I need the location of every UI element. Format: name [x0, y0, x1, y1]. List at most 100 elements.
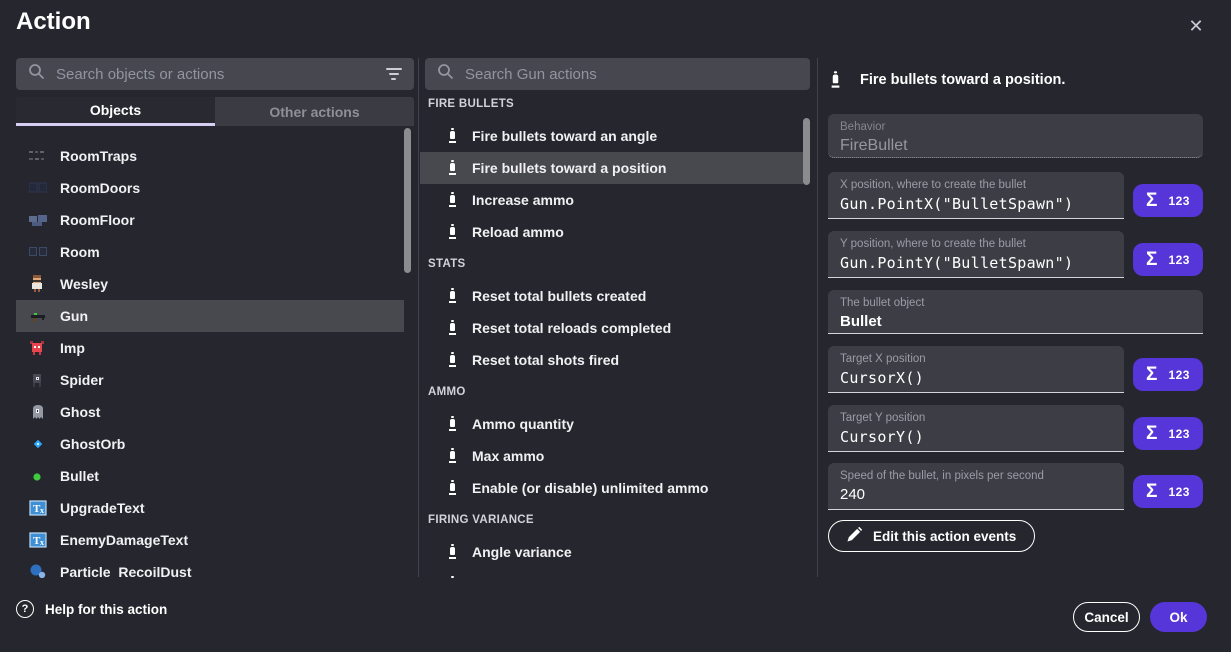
- objects-search-input[interactable]: Search objects or actions: [16, 58, 414, 90]
- list-item-roomtraps[interactable]: RoomTraps: [16, 140, 404, 172]
- list-item-enemydamagetext[interactable]: Tx EnemyDamageText: [16, 524, 404, 556]
- speed-field[interactable]: Speed of the bullet, in pixels per secon…: [828, 463, 1124, 510]
- section-header: STATS: [420, 248, 803, 280]
- left-tabstrip: Objects Other actions: [16, 97, 414, 126]
- field-label: The bullet object: [840, 297, 1191, 309]
- list-item-particle-recoildust[interactable]: Particle_RecoilDust: [16, 556, 404, 578]
- action-item-partial[interactable]: [420, 568, 803, 578]
- edit-action-events-button[interactable]: Edit this action events: [828, 520, 1035, 552]
- bullet-icon: [445, 352, 460, 368]
- action-description-text: Fire bullets toward a position.: [860, 72, 1065, 88]
- action-label: Fire bullets toward a position: [472, 160, 666, 176]
- list-item-room[interactable]: Room: [16, 236, 404, 268]
- action-item[interactable]: Ammo quantity: [420, 408, 803, 440]
- action-description: Fire bullets toward a position.: [828, 64, 1203, 96]
- action-item[interactable]: Reload ammo: [420, 216, 803, 248]
- close-icon[interactable]: ✕: [1185, 15, 1207, 37]
- bullet-icon: [445, 576, 460, 578]
- target-y-field[interactable]: Target Y position CursorY(): [828, 405, 1124, 452]
- help-label: Help for this action: [45, 602, 167, 617]
- list-item-bullet[interactable]: Bullet: [16, 460, 404, 492]
- list-item-ghostorb[interactable]: GhostOrb: [16, 428, 404, 460]
- section-header: AMMO: [420, 376, 803, 408]
- list-item-ghost[interactable]: Ghost: [16, 396, 404, 428]
- text-object-icon: Tx: [29, 531, 47, 549]
- help-link[interactable]: ? Help for this action: [16, 600, 167, 618]
- roomtraps-icon: [29, 147, 47, 165]
- sigma-icon: Σ: [1146, 481, 1157, 503]
- field-value[interactable]: CursorY(): [840, 428, 1112, 446]
- list-item-wesley[interactable]: Wesley: [16, 268, 404, 300]
- expression-builder-button[interactable]: Σ 123: [1133, 358, 1203, 391]
- field-value[interactable]: 240: [840, 486, 1112, 503]
- panel-divider: [817, 58, 818, 577]
- bullet-object-field[interactable]: The bullet object Bullet: [828, 290, 1203, 334]
- filter-icon[interactable]: [385, 68, 402, 80]
- field-value[interactable]: Gun.PointY("BulletSpawn"): [840, 254, 1112, 272]
- field-value[interactable]: Gun.PointX("BulletSpawn"): [840, 195, 1112, 213]
- target-x-field[interactable]: Target X position CursorX(): [828, 346, 1124, 393]
- action-label: Max ammo: [472, 448, 544, 464]
- bullet-icon: [445, 224, 460, 240]
- numbers-icon: 123: [1168, 427, 1190, 441]
- list-item-imp[interactable]: Imp: [16, 332, 404, 364]
- search-icon: [28, 63, 45, 85]
- list-item-roomfloor[interactable]: RoomFloor: [16, 204, 404, 236]
- roomdoors-icon: [29, 179, 47, 197]
- field-value: FireBullet: [840, 137, 1191, 155]
- behavior-field: Behavior FireBullet: [828, 114, 1203, 158]
- gun-icon: [29, 307, 47, 325]
- expression-builder-button[interactable]: Σ 123: [1133, 243, 1203, 276]
- object-label: Bullet: [60, 468, 99, 484]
- action-item[interactable]: Reset total reloads completed: [420, 312, 803, 344]
- list-item-roomdoors[interactable]: RoomDoors: [16, 172, 404, 204]
- action-item[interactable]: Reset total bullets created: [420, 280, 803, 312]
- action-label: Ammo quantity: [472, 416, 574, 432]
- sigma-icon: Σ: [1146, 190, 1157, 212]
- field-label: Behavior: [840, 121, 1191, 133]
- object-label: RoomDoors: [60, 180, 140, 196]
- object-label: Imp: [60, 340, 85, 356]
- middle-scrollbar-thumb[interactable]: [803, 118, 810, 185]
- search-placeholder: Search objects or actions: [56, 66, 374, 83]
- action-item-selected[interactable]: Fire bullets toward a position: [420, 152, 803, 184]
- ok-button[interactable]: Ok: [1150, 602, 1207, 632]
- bullet-icon: [445, 128, 460, 144]
- search-placeholder: Search Gun actions: [465, 66, 798, 83]
- tab-other-actions[interactable]: Other actions: [215, 97, 414, 126]
- text-object-icon: Tx: [29, 499, 47, 517]
- action-item[interactable]: Increase ammo: [420, 184, 803, 216]
- object-label: Ghost: [60, 404, 100, 420]
- expression-builder-button[interactable]: Σ 123: [1133, 475, 1203, 508]
- bullet-icon: [445, 416, 460, 432]
- actions-search-input[interactable]: Search Gun actions: [425, 58, 810, 90]
- action-label: Enable (or disable) unlimited ammo: [472, 480, 708, 496]
- left-scrollbar-thumb[interactable]: [404, 128, 411, 273]
- field-label: Target X position: [840, 353, 1112, 365]
- action-item[interactable]: Angle variance: [420, 536, 803, 568]
- svg-text:x: x: [40, 538, 44, 547]
- action-item[interactable]: Enable (or disable) unlimited ammo: [420, 472, 803, 504]
- list-item-upgradetext[interactable]: Tx UpgradeText: [16, 492, 404, 524]
- cancel-button[interactable]: Cancel: [1073, 602, 1140, 632]
- expression-builder-button[interactable]: Σ 123: [1133, 184, 1203, 217]
- y-position-field[interactable]: Y position, where to create the bullet G…: [828, 231, 1124, 278]
- action-label: Increase ammo: [472, 192, 574, 208]
- action-item[interactable]: Max ammo: [420, 440, 803, 472]
- action-item[interactable]: Reset total shots fired: [420, 344, 803, 376]
- tab-objects[interactable]: Objects: [16, 97, 215, 126]
- x-position-field[interactable]: X position, where to create the bullet G…: [828, 172, 1124, 219]
- object-label: Spider: [60, 372, 104, 388]
- action-item[interactable]: Fire bullets toward an angle: [420, 120, 803, 152]
- object-label: Wesley: [60, 276, 108, 292]
- field-value[interactable]: Bullet: [840, 313, 1191, 330]
- list-item-spider[interactable]: Spider: [16, 364, 404, 396]
- imp-icon: [29, 339, 47, 357]
- list-item-gun[interactable]: Gun: [16, 300, 404, 332]
- expression-builder-button[interactable]: Σ 123: [1133, 417, 1203, 450]
- field-label: Target Y position: [840, 412, 1112, 424]
- section-header: FIRE BULLETS: [420, 88, 803, 120]
- bullet-icon: [445, 288, 460, 304]
- field-value[interactable]: CursorX(): [840, 369, 1112, 387]
- object-label: GhostOrb: [60, 436, 125, 452]
